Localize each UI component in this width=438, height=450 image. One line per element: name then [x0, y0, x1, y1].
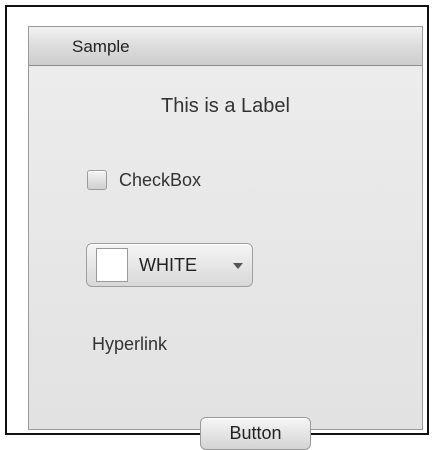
color-picker-dropdown[interactable]: WHITE: [86, 243, 253, 287]
selected-color-label: WHITE: [139, 255, 197, 275]
color-swatch: [96, 248, 128, 282]
panel-titlebar[interactable]: Sample: [29, 27, 422, 66]
sample-panel: Sample This is a Label CheckBox WHITE Hy…: [28, 26, 423, 450]
sample-button[interactable]: Button: [200, 417, 311, 450]
checkbox-label[interactable]: CheckBox: [119, 170, 201, 191]
checkbox-control[interactable]: CheckBox: [87, 169, 201, 191]
checkbox-box[interactable]: [87, 170, 107, 190]
main-label: This is a Label: [161, 95, 290, 117]
panel-title: Sample: [72, 37, 130, 56]
panel-content: This is a Label CheckBox WHITE Hyperlink…: [29, 67, 422, 450]
outer-frame: Sample This is a Label CheckBox WHITE Hy…: [5, 5, 429, 450]
chevron-down-icon[interactable]: [233, 263, 243, 269]
hyperlink[interactable]: Hyperlink: [92, 334, 167, 355]
